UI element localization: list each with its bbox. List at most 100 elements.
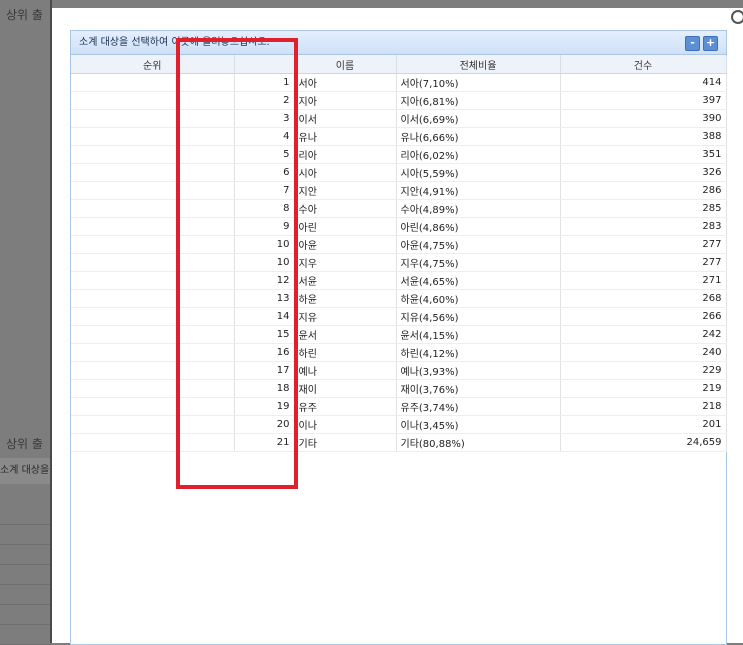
table-row[interactable]: 19 유주 유주(3,74%) 218 xyxy=(71,397,727,416)
cell-rank: 21 xyxy=(234,433,295,452)
cell-empty xyxy=(71,73,235,92)
popup-window: 소계 대상을 선택하여 이곳에 올려놓으십시오. - + 순위 이름 전체비율 건수 … xyxy=(52,8,743,645)
cell-name: 예나 xyxy=(294,361,397,380)
table-row[interactable]: 9 아린 아린(4,86%) 283 xyxy=(71,217,727,236)
cell-rank: 17 xyxy=(234,361,295,380)
column-header[interactable]: 이름 xyxy=(294,55,397,74)
cell-name: 지아 xyxy=(294,91,397,110)
cell-ratio: 기타(80,88%) xyxy=(396,433,561,452)
cell-rank: 19 xyxy=(234,397,295,416)
table-header-row: 순위 이름 전체비율 건수 xyxy=(71,55,727,74)
table-row[interactable]: 14 지유 지유(4,56%) 266 xyxy=(71,307,727,326)
column-header[interactable]: 건수 xyxy=(560,55,727,74)
cell-count: 277 xyxy=(560,253,727,272)
cell-ratio: 아윤(4,75%) xyxy=(396,235,561,254)
cell-ratio: 하윤(4,60%) xyxy=(396,289,561,308)
cell-ratio: 이나(3,45%) xyxy=(396,415,561,434)
grid-panel: 소계 대상을 선택하여 이곳에 올려놓으십시오. - + 순위 이름 전체비율 건수 … xyxy=(70,30,727,645)
table-row[interactable]: 1 서아 서아(7,10%) 414 xyxy=(71,73,727,92)
table-row[interactable]: 21 기타 기타(80,88%) 24,659 xyxy=(71,433,727,452)
cell-ratio: 지우(4,75%) xyxy=(396,253,561,272)
background-title: 상위 출 xyxy=(6,8,43,22)
cell-count: 277 xyxy=(560,235,727,254)
ranking-table: 순위 이름 전체비율 건수 1 서아 서아(7,10%) 414 2 지아 지아(6,81%) 39… xyxy=(71,55,727,452)
cell-count: 326 xyxy=(560,163,727,182)
cell-rank: 9 xyxy=(234,217,295,236)
cell-ratio: 리아(6,02%) xyxy=(396,145,561,164)
cell-empty xyxy=(71,415,235,434)
background-subtitle: 상위 출 xyxy=(6,437,43,451)
cell-name: 리아 xyxy=(294,145,397,164)
cell-count: 266 xyxy=(560,307,727,326)
cell-ratio: 서윤(4,65%) xyxy=(396,271,561,290)
cell-count: 388 xyxy=(560,127,727,146)
cell-ratio: 지아(6,81%) xyxy=(396,91,561,110)
cell-rank: 5 xyxy=(234,145,295,164)
table-row[interactable]: 15 윤서 윤서(4,15%) 242 xyxy=(71,325,727,344)
table-row[interactable]: 10 지우 지우(4,75%) 277 xyxy=(71,253,727,272)
table-row[interactable]: 2 지아 지아(6,81%) 397 xyxy=(71,91,727,110)
cell-rank: 7 xyxy=(234,181,295,200)
cell-count: 397 xyxy=(560,91,727,110)
cell-name: 지우 xyxy=(294,253,397,272)
table-row[interactable]: 7 지안 지안(4,91%) 286 xyxy=(71,181,727,200)
cell-ratio: 지유(4,56%) xyxy=(396,307,561,326)
cell-name: 하린 xyxy=(294,343,397,362)
cell-name: 하윤 xyxy=(294,289,397,308)
cell-rank: 20 xyxy=(234,415,295,434)
column-header[interactable] xyxy=(234,55,295,74)
cell-rank: 10 xyxy=(234,253,295,272)
column-header[interactable]: 전체비율 xyxy=(396,55,561,74)
cell-empty xyxy=(71,163,235,182)
table-row[interactable]: 3 이서 이서(6,69%) 390 xyxy=(71,109,727,128)
expand-all-button[interactable]: + xyxy=(703,36,718,51)
cell-count: 271 xyxy=(560,271,727,290)
cell-rank: 18 xyxy=(234,379,295,398)
cell-count: 242 xyxy=(560,325,727,344)
cell-rank: 16 xyxy=(234,343,295,362)
cell-name: 아린 xyxy=(294,217,397,236)
cell-count: 219 xyxy=(560,379,727,398)
cell-rank: 4 xyxy=(234,127,295,146)
cell-rank: 6 xyxy=(234,163,295,182)
cell-rank: 13 xyxy=(234,289,295,308)
cell-ratio: 유나(6,66%) xyxy=(396,127,561,146)
cell-name: 유나 xyxy=(294,127,397,146)
column-header[interactable]: 순위 xyxy=(71,55,235,74)
table-row[interactable]: 13 하윤 하윤(4,60%) 268 xyxy=(71,289,727,308)
table-body: 1 서아 서아(7,10%) 414 2 지아 지아(6,81%) 397 3 이서 이서(6,69… xyxy=(71,73,727,452)
background-grid-header: 소계 대상을 xyxy=(0,458,52,484)
collapse-all-button[interactable]: - xyxy=(685,36,700,51)
cell-count: 414 xyxy=(560,73,727,92)
cell-count: 390 xyxy=(560,109,727,128)
cell-ratio: 수아(4,89%) xyxy=(396,199,561,218)
cell-empty xyxy=(71,91,235,110)
cell-rank: 2 xyxy=(234,91,295,110)
table-row[interactable]: 8 수아 수아(4,89%) 285 xyxy=(71,199,727,218)
cell-count: 229 xyxy=(560,361,727,380)
table-row[interactable]: 17 예나 예나(3,93%) 229 xyxy=(71,361,727,380)
cell-ratio: 윤서(4,15%) xyxy=(396,325,561,344)
table-row[interactable]: 6 시아 시아(5,59%) 326 xyxy=(71,163,727,182)
table-row[interactable]: 18 재이 재이(3,76%) 219 xyxy=(71,379,727,398)
table-row[interactable]: 16 하린 하린(4,12%) 240 xyxy=(71,343,727,362)
cell-empty xyxy=(71,433,235,452)
cell-empty xyxy=(71,271,235,290)
table-row[interactable]: 20 이나 이나(3,45%) 201 xyxy=(71,415,727,434)
table-row[interactable]: 10 아윤 아윤(4,75%) 277 xyxy=(71,235,727,254)
cell-name: 서윤 xyxy=(294,271,397,290)
group-by-drop-zone[interactable]: 소계 대상을 선택하여 이곳에 올려놓으십시오. - + xyxy=(71,31,726,55)
cell-count: 24,659 xyxy=(560,433,727,452)
cell-ratio: 시아(5,59%) xyxy=(396,163,561,182)
cell-empty xyxy=(71,253,235,272)
group-by-hint: 소계 대상을 선택하여 이곳에 올려놓으십시오. xyxy=(79,37,270,48)
background-grid-rows xyxy=(0,505,52,645)
cell-count: 201 xyxy=(560,415,727,434)
table-row[interactable]: 4 유나 유나(6,66%) 388 xyxy=(71,127,727,146)
cell-empty xyxy=(71,145,235,164)
cell-count: 286 xyxy=(560,181,727,200)
table-row[interactable]: 12 서윤 서윤(4,65%) 271 xyxy=(71,271,727,290)
cell-empty xyxy=(71,379,235,398)
table-row[interactable]: 5 리아 리아(6,02%) 351 xyxy=(71,145,727,164)
close-icon[interactable] xyxy=(731,10,743,24)
